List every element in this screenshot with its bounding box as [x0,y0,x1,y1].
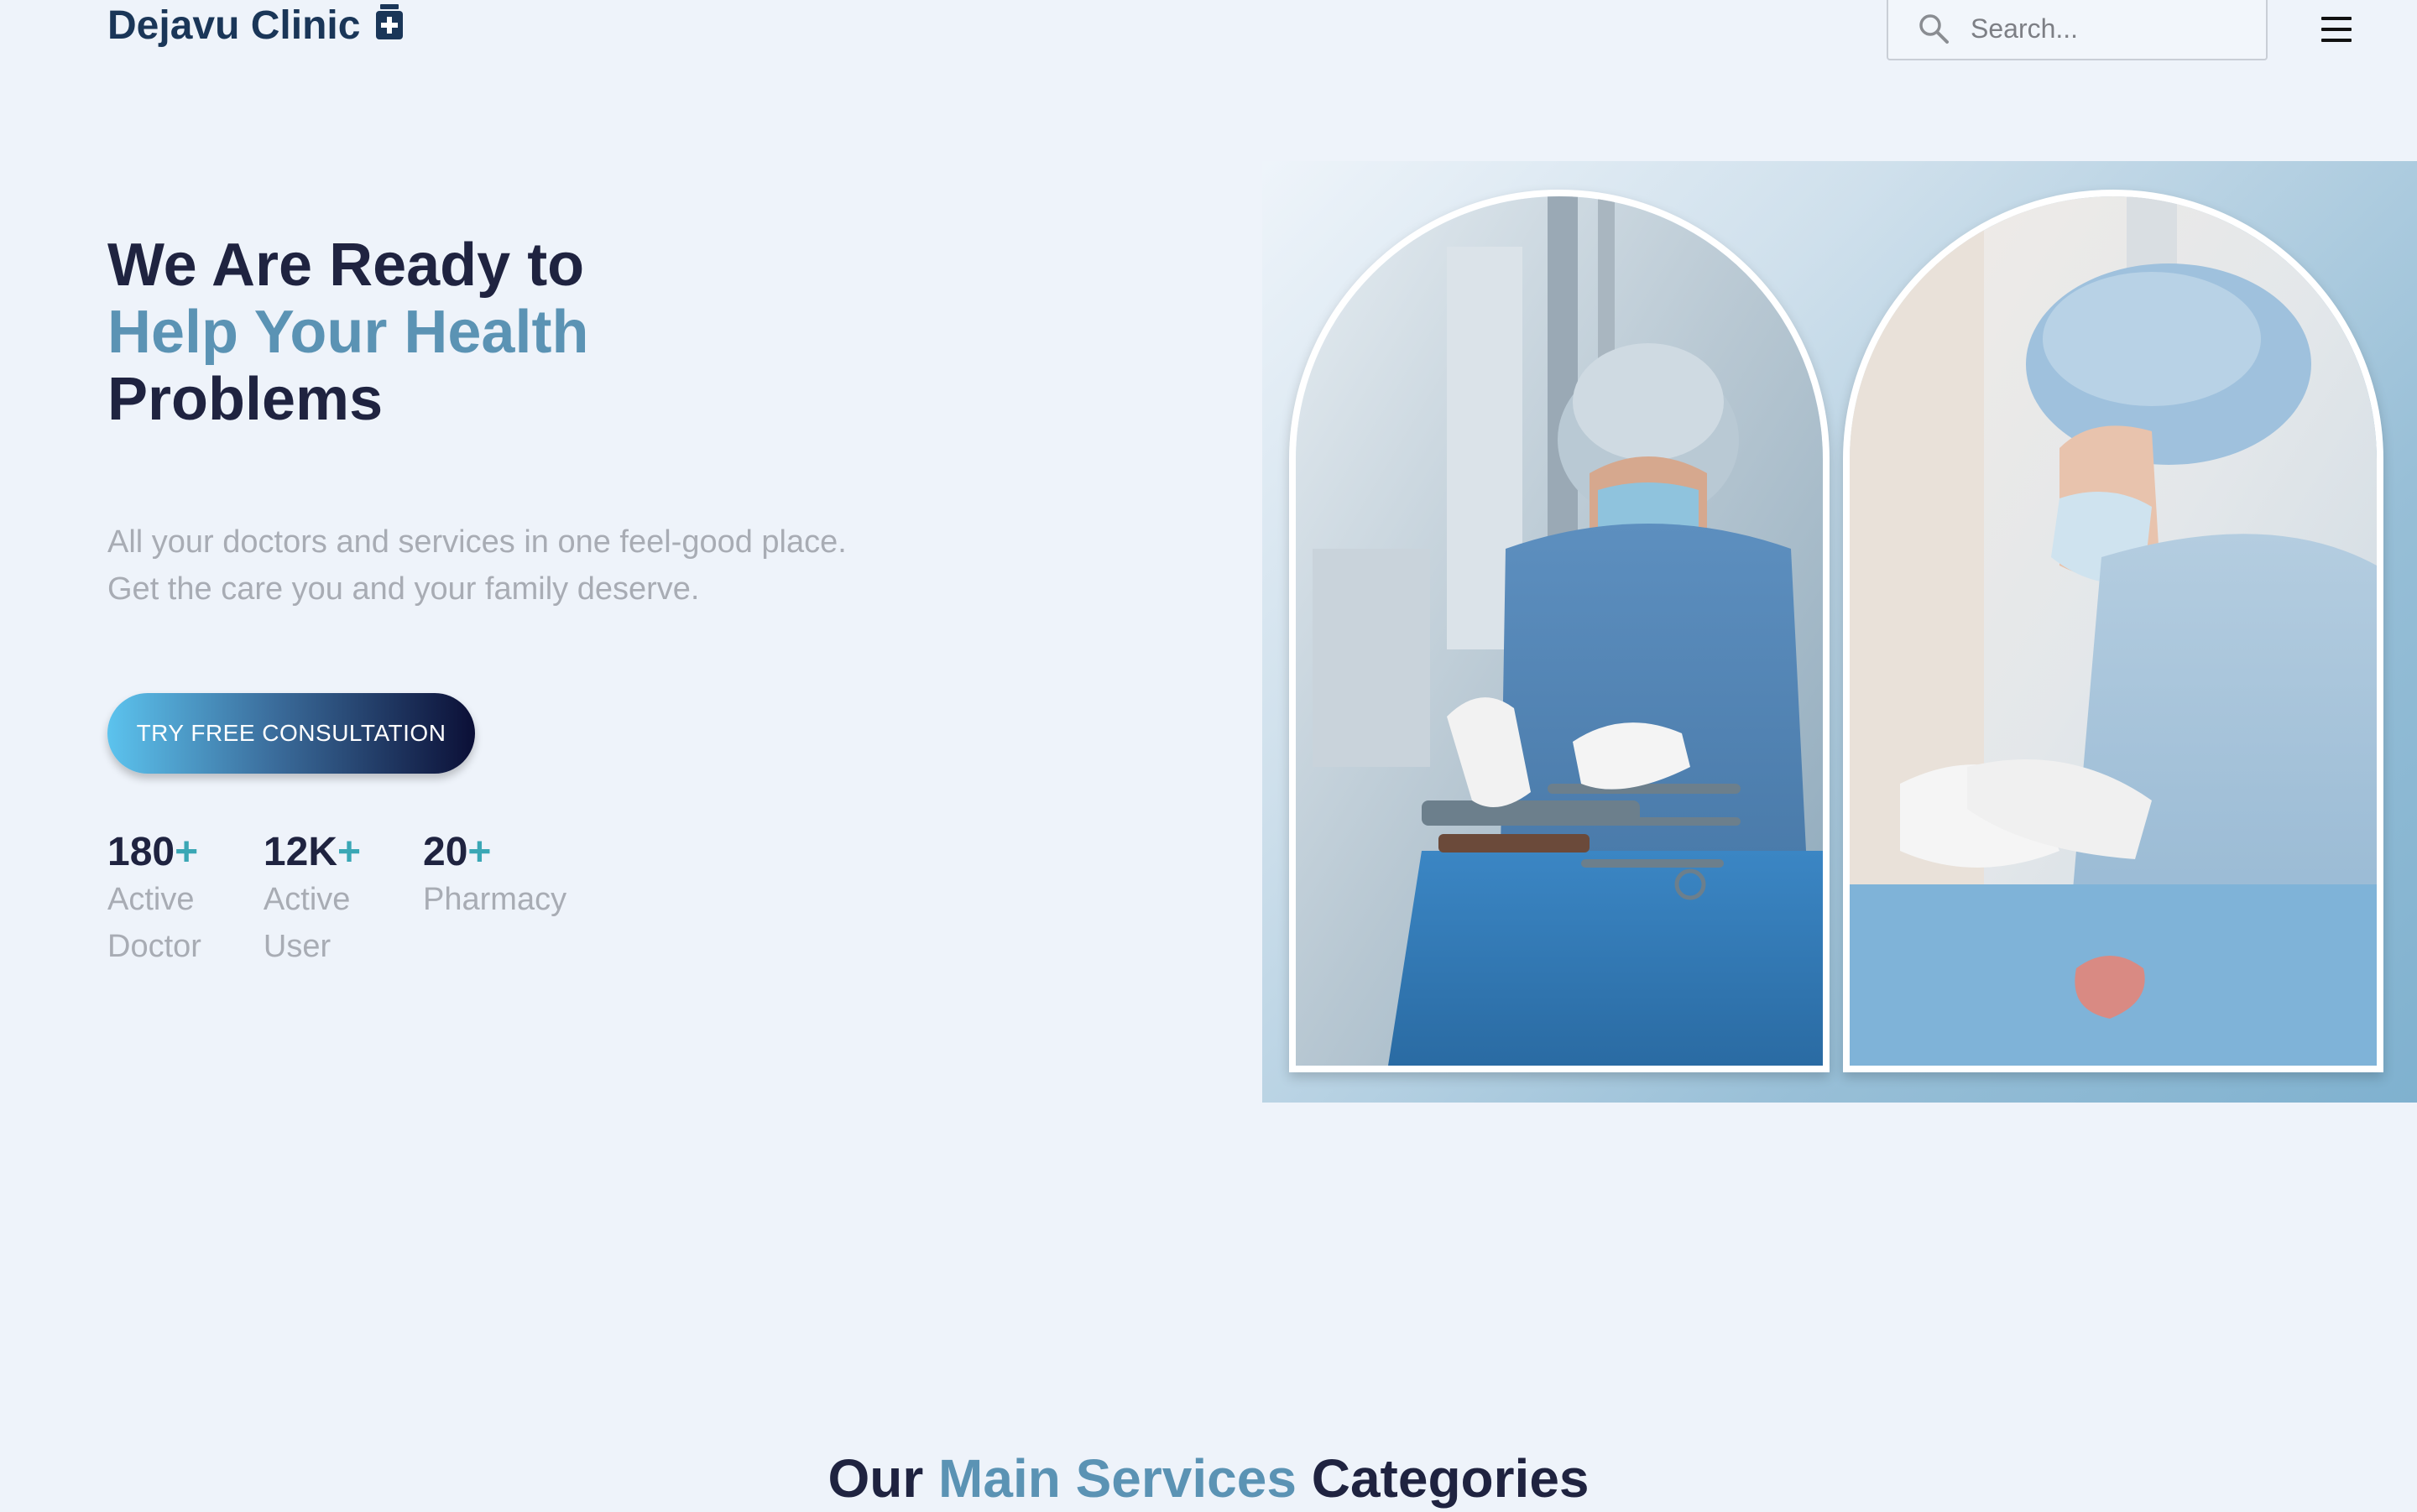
stat-value: 20+ [423,829,566,876]
search-box[interactable] [1887,0,2268,60]
hero-image-panel [1262,161,2417,1103]
stat-label-line-1: Active [263,882,351,917]
hero-title: We Are Ready to Help Your Health Problem… [107,232,588,433]
stat-label-line-2: Doctor [107,929,201,964]
brand-name[interactable]: Dejavu Clinic [107,3,360,49]
stats-row: 180+ Active Doctor 12K+ Active User 20+ … [107,829,629,970]
stat-active-doctor: 180+ Active Doctor [107,829,201,970]
stat-plus: + [467,830,492,874]
main-services-heading: Our Main Services Categories [0,1445,2417,1512]
search-icon [1919,14,1949,44]
hero-description-line-2: Get the care you and your family deserve… [107,571,700,607]
stat-number: 20 [423,830,468,874]
stat-value: 12K+ [264,829,361,876]
section-title-accent: Main Services [938,1448,1297,1509]
medical-bag-icon [375,3,404,40]
stat-label: Active User [264,876,361,970]
section-title-suffix: Categories [1311,1448,1590,1509]
stat-pharmacy: 20+ Pharmacy [423,829,566,970]
brand-logo[interactable]: Dejavu Clinic [107,0,404,50]
section-title-prefix: Our [827,1448,924,1509]
stat-plus: + [175,830,199,874]
stat-label-line-2: User [263,929,331,964]
stat-plus: + [337,830,362,874]
stat-number: 12K [263,830,337,874]
hero-title-line-3: Problems [107,366,384,433]
site-header: Dejavu Clinic [0,0,2417,67]
hero-title-line-1: We Are Ready to [107,232,585,299]
stat-label-line-1: Pharmacy [423,882,567,917]
stat-label: Active Doctor [107,876,201,970]
hero-description: All your doctors and services in one fee… [107,519,847,613]
hero-title-accent: Help Your Health [107,299,589,366]
hero-description-line-1: All your doctors and services in one fee… [107,524,847,560]
surgeon-at-instrument-table-photo [1289,190,1830,1072]
try-free-consultation-button[interactable]: TRY FREE CONSULTATION [107,693,475,774]
stat-label: Pharmacy [423,876,566,923]
surgeon-operating-photo [1843,190,2383,1072]
stat-label-line-1: Active [107,882,195,917]
stat-number: 180 [107,830,175,874]
hamburger-menu-icon[interactable] [2318,15,2355,44]
stat-active-user: 12K+ Active User [264,829,361,970]
stat-value: 180+ [107,829,201,876]
search-input[interactable] [1969,12,2249,45]
